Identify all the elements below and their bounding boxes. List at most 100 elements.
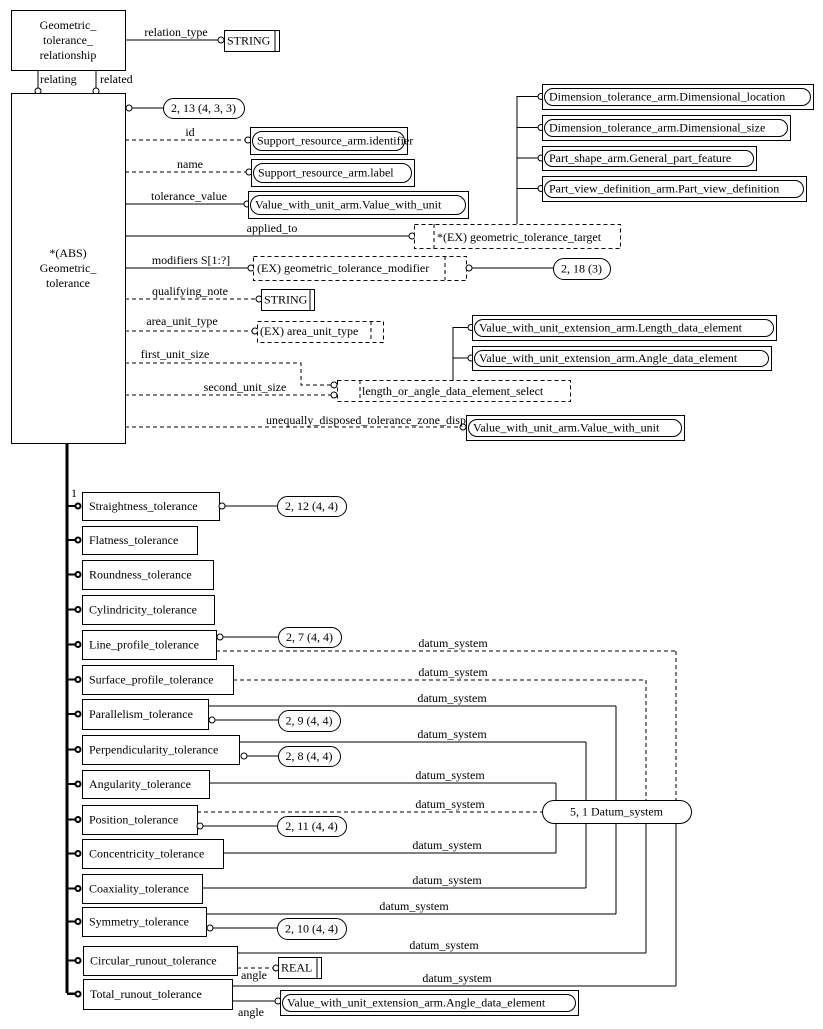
express-g-diagram: Geometric_tolerance_relationshiprelation… (11, 10, 814, 1019)
subtype-end-circle (74, 850, 82, 857)
entity-name-line: *(ABS) (49, 246, 86, 260)
ref-value-with-unit-displacement-label: Value_with_unit_arm.Value_with_unit (473, 421, 660, 435)
subtype-end-circle (74, 918, 82, 925)
type-geometric-tolerance-modifier-label: (EX) geometric_tolerance_modifier (257, 261, 429, 275)
attribute-second-unit-size: second_unit_size (204, 380, 287, 394)
entity-name-line: tolerance (46, 276, 90, 290)
page-ref-subtype-label: 2, 7 (4, 4) (286, 630, 333, 644)
entity-name-line: tolerance_ (43, 33, 94, 47)
entity-name: Angularity_tolerance (89, 777, 191, 791)
subtype-end-circle (74, 746, 82, 753)
entity-name: Roundness_tolerance (89, 568, 192, 582)
attribute-datum-system: datum_system (417, 727, 487, 741)
subtype-end-circle (74, 676, 82, 683)
attribute-first-unit-size: first_unit_size (141, 347, 210, 361)
entity-name: Parallelism_tolerance (89, 707, 193, 721)
attribute-tolerance-value: tolerance_value (151, 189, 227, 203)
attribute-relation-type: relation_type (144, 25, 207, 39)
entity-name: Perpendicularity_tolerance (89, 743, 218, 757)
subtype-end-circle (74, 885, 82, 892)
entity-name-line: relationship (40, 48, 97, 62)
optional-end-circle (240, 752, 248, 760)
subtype-end-circle (74, 571, 82, 578)
attribute-datum-system: datum_system (415, 768, 485, 782)
page-ref-datum-system-label: 5, 1 Datum_system (570, 805, 664, 819)
optional-end-circle (125, 104, 133, 112)
ref-target-item-4-label: Part_view_definition_arm.Part_view_defin… (549, 182, 779, 196)
optional-end-circle (216, 633, 224, 641)
attribute-angle: angle (238, 1005, 264, 1019)
ref-angle-data-element-label: Value_with_unit_extension_arm.Angle_data… (287, 996, 546, 1010)
attribute-modifiers: modifiers S[1:?] (152, 253, 230, 267)
ref-support-resource-label-label: Support_resource_arm.label (258, 166, 394, 180)
attribute-datum-system: datum_system (415, 797, 485, 811)
attribute-area-unit-type: area_unit_type (146, 314, 217, 328)
subtype-cardinality: 1 (71, 486, 77, 500)
optional-end-circle (206, 924, 214, 932)
optional-end-circle (217, 36, 225, 44)
type-area-unit-type-label: (EX) area_unit_type (260, 324, 358, 338)
entity-name: Surface_profile_tolerance (89, 673, 214, 687)
entity-name: Flatness_tolerance (89, 533, 178, 547)
attribute-datum-system: datum_system (418, 665, 488, 679)
subtype-end-circle (74, 536, 82, 544)
subtype-end-circle (74, 780, 82, 788)
subtype-end-circle (74, 710, 82, 718)
page-ref-modifier-label: 2, 18 (3) (561, 262, 602, 276)
attribute-angle: angle (241, 968, 267, 982)
attribute-qualifying-note: qualifying_note (152, 284, 228, 298)
entity-name-line: Geometric_ (40, 18, 98, 32)
optional-end-circle (218, 502, 226, 510)
ref-target-item-2-label: Dimension_tolerance_arm.Dimensional_size (549, 121, 765, 135)
type-string-note-label: STRING (264, 293, 308, 307)
attribute-datum-system: datum_system (412, 873, 482, 887)
entity-name: Total_runout_tolerance (90, 987, 202, 1001)
entity-name: Circular_runout_tolerance (90, 954, 217, 968)
optional-end-circle (330, 391, 338, 399)
subtype-end-circle (74, 957, 82, 964)
optional-end-circle (465, 264, 473, 272)
optional-end-circle (196, 822, 204, 830)
ref-length-angle-item-2-label: Value_with_unit_extension_arm.Angle_data… (479, 351, 738, 365)
ref-length-angle-item-1-label: Value_with_unit_extension_arm.Length_dat… (479, 321, 743, 335)
select-geometric-tolerance-target-label: *(EX) geometric_tolerance_target (437, 230, 602, 244)
entity-name: Line_profile_tolerance (89, 638, 199, 652)
attribute-datum-system: datum_system (417, 691, 487, 705)
attribute-datum-system: datum_system (422, 971, 492, 985)
attribute-datum-system: datum_system (379, 899, 449, 913)
attribute-id: id (185, 125, 194, 139)
relating-label: relating (40, 72, 77, 86)
attribute-datum-system: datum_system (409, 938, 479, 952)
ref-target-item-3-label: Part_shape_arm.General_part_feature (549, 151, 731, 165)
entity-name: Coaxiality_tolerance (89, 882, 189, 896)
attribute-name: name (177, 157, 203, 171)
related-label: related (100, 72, 133, 86)
entity-name: Straightness_tolerance (89, 499, 198, 513)
ref-value-with-unit-label: Value_with_unit_arm.Value_with_unit (255, 198, 442, 212)
page-ref-subtype-label: 2, 8 (4, 4) (286, 749, 333, 763)
attribute-datum-system: datum_system (412, 838, 482, 852)
page-ref-subtype-label: 2, 12 (4, 4) (285, 499, 338, 513)
select-length-or-angle-label: length_or_angle_data_element_select (362, 384, 544, 398)
ref-support-resource-identifier-label: Support_resource_arm.identifier (257, 134, 413, 148)
entity-name: Concentricity_tolerance (89, 847, 204, 861)
optional-end-circle (330, 381, 338, 389)
subtype-end-circle (74, 816, 82, 823)
entity-name: Cylindricity_tolerance (89, 603, 197, 617)
optional-end-circle (208, 716, 216, 724)
page-ref-subtype-label: 2, 10 (4, 4) (285, 922, 338, 936)
entity-name-line: Geometric_ (40, 261, 98, 275)
page-ref-subtype-label: 2, 11 (4, 4) (285, 819, 338, 833)
subtype-end-circle (74, 641, 82, 648)
subtype-end-circle (74, 606, 82, 613)
entity-name: Symmetry_tolerance (89, 915, 189, 929)
subtype-end-circle (74, 990, 82, 998)
page-ref-main-label: 2, 13 (4, 3, 3) (171, 101, 236, 115)
page-ref-subtype-label: 2, 9 (4, 4) (286, 714, 333, 728)
type-real-label: REAL (281, 961, 312, 975)
entity-name: Position_tolerance (89, 813, 178, 827)
attribute-applied-to: applied_to (247, 221, 298, 235)
ref-target-item-1-label: Dimension_tolerance_arm.Dimensional_loca… (549, 90, 785, 104)
type-string-label: STRING (227, 34, 271, 48)
attribute-datum-system: datum_system (418, 636, 488, 650)
